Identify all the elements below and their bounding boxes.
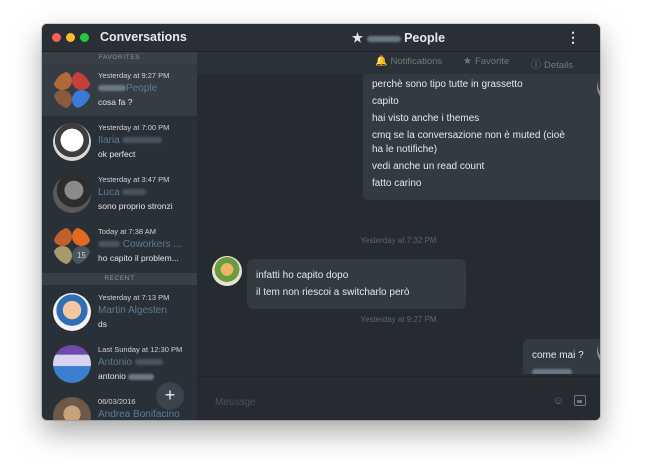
timestamp: Yesterday at 9:27 PM	[360, 315, 437, 324]
avatar	[53, 293, 91, 331]
notifications-button[interactable]: 🔔 Notifications	[375, 56, 442, 67]
conversation-time: Yesterday at 7:00 PM	[98, 123, 170, 132]
details-button[interactable]: ⓘ Details	[531, 56, 573, 71]
minimize-window-button[interactable]	[66, 33, 75, 42]
chat-pane: ★ People ⋮ 🔔 Notifications ★ Favorite ⓘ Det…	[197, 24, 600, 420]
group-avatar	[53, 71, 91, 109]
conversation-item-ilaria[interactable]: Yesterday at 7:00 PM Ilaria ok perfect	[42, 116, 197, 168]
conversation-time: Last Sunday at 12:30 PM	[98, 345, 183, 354]
info-icon: ⓘ	[531, 60, 541, 71]
more-options-icon[interactable]: ⋮	[566, 30, 580, 44]
favorites-header: FAVORITES	[42, 52, 197, 64]
conversation-preview: ho capito il problem...	[98, 253, 179, 263]
avatar	[53, 345, 91, 383]
redacted-name	[122, 137, 163, 144]
recent-header: RECENT	[42, 273, 197, 285]
avatar	[53, 123, 91, 161]
message-text: infatti ho capito dopo	[256, 270, 349, 281]
conversation-name-row: Antonio	[98, 357, 163, 368]
bell-icon: 🔔	[375, 56, 388, 67]
image-attach-icon[interactable]	[574, 395, 586, 406]
avatar	[53, 175, 91, 213]
zoom-window-button[interactable]	[80, 33, 89, 42]
conversation-item-coworkers[interactable]: 15 Today at 7:38 AM Coworkers ... ho cap…	[42, 220, 197, 272]
chat-toolbar: 🔔 Notifications ★ Favorite ⓘ Details	[197, 52, 600, 74]
group-avatar: 15	[53, 227, 91, 265]
conversation-item-martin[interactable]: Yesterday at 7:13 PM Martin Algesten ds	[42, 286, 197, 338]
message-text: hai visto anche i themes	[372, 113, 480, 124]
conversation-time: Yesterday at 3:47 PM	[98, 175, 170, 184]
conversation-name: People	[126, 83, 158, 94]
message-bubble: come mai ?	[523, 339, 600, 374]
conversation-name-row: Luca	[98, 187, 147, 198]
new-conversation-button[interactable]: +	[156, 382, 184, 410]
favorite-button[interactable]: ★ Favorite	[463, 56, 509, 67]
sidebar: Conversations FAVORITES Yesterday at 9:2…	[42, 24, 197, 420]
message-text: ha le notifiche)	[372, 144, 438, 155]
conversation-time: Yesterday at 7:13 PM	[98, 293, 170, 302]
conversation-preview: sono proprio stronzi	[98, 201, 173, 211]
conversation-name: Luca	[98, 187, 120, 198]
conversation-item-people[interactable]: Yesterday at 9:27 PM People cosa fa ?	[42, 64, 197, 116]
message-bubble: perchè sono tipo tutte in grassetto capi…	[363, 74, 600, 200]
close-window-button[interactable]	[52, 33, 61, 42]
avatar	[53, 397, 91, 420]
redacted-name	[98, 241, 120, 248]
redacted-name	[122, 189, 147, 196]
chat-title: ★ People	[197, 30, 600, 45]
sidebar-title: Conversations	[100, 30, 187, 44]
conversation-name: Coworkers ...	[122, 239, 182, 250]
message-list: perchè sono tipo tutte in grassetto capi…	[197, 74, 600, 374]
conversation-name: Martin Algesten	[98, 305, 167, 316]
conversation-name-row: Coworkers ...	[98, 239, 182, 250]
details-label: Details	[544, 60, 574, 71]
conversation-name: Andrea Bonifacino	[98, 409, 180, 420]
conversation-name-row: People	[98, 83, 157, 94]
star-icon: ★	[463, 56, 472, 67]
conversation-preview: ok perfect	[98, 149, 136, 159]
conversation-preview-row: antonio	[98, 371, 192, 381]
emoji-icon[interactable]: ☺	[553, 395, 564, 407]
conversation-preview: antonio	[98, 371, 126, 381]
redacted-name	[98, 85, 126, 92]
conversation-time: 06/03/2016	[98, 397, 136, 406]
conversation-time: Yesterday at 9:27 PM	[98, 71, 170, 80]
message-text: fatto carino	[372, 178, 422, 189]
message-text: cmq se la conversazione non è muted (cio…	[372, 130, 565, 141]
avatar	[212, 256, 242, 286]
message-text: come mai ?	[532, 350, 584, 361]
favorite-star-icon: ★	[351, 31, 364, 45]
redacted-text-row	[532, 366, 600, 374]
conversation-name-row: Ilaria	[98, 135, 163, 146]
conversation-preview: cosa fa ?	[98, 97, 133, 107]
conversation-name: Ilaria	[98, 135, 120, 146]
chat-title-text: People	[404, 31, 446, 45]
redacted-text	[128, 373, 155, 380]
message-bubble: infatti ho capito dopo il tem non riesco…	[247, 259, 466, 309]
timestamp: Yesterday at 7:32 PM	[360, 236, 437, 245]
message-text: vedi anche un read count	[372, 161, 485, 172]
app-window: Conversations FAVORITES Yesterday at 9:2…	[42, 24, 600, 420]
favorite-label: Favorite	[474, 56, 510, 67]
message-input[interactable]: Message	[215, 397, 256, 408]
redacted-name	[366, 35, 401, 42]
notifications-label: Notifications	[390, 56, 443, 67]
redacted-text	[532, 369, 572, 374]
conversation-preview: ds	[98, 319, 107, 329]
message-composer[interactable]: Message ☺	[197, 376, 600, 420]
message-text: il tem non riescoi a switcharlo però	[256, 287, 410, 298]
sidebar-titlebar: Conversations	[42, 24, 197, 52]
conversation-time: Today at 7:38 AM	[98, 227, 156, 236]
chat-titlebar: ★ People ⋮	[197, 24, 600, 52]
member-count-badge: 15	[72, 246, 91, 265]
conversation-name: Antonio	[98, 357, 132, 368]
message-text: perchè sono tipo tutte in grassetto	[372, 79, 523, 90]
conversation-item-luca[interactable]: Yesterday at 3:47 PM Luca sono proprio s…	[42, 168, 197, 220]
redacted-name	[134, 359, 163, 366]
message-text: capito	[372, 96, 399, 107]
